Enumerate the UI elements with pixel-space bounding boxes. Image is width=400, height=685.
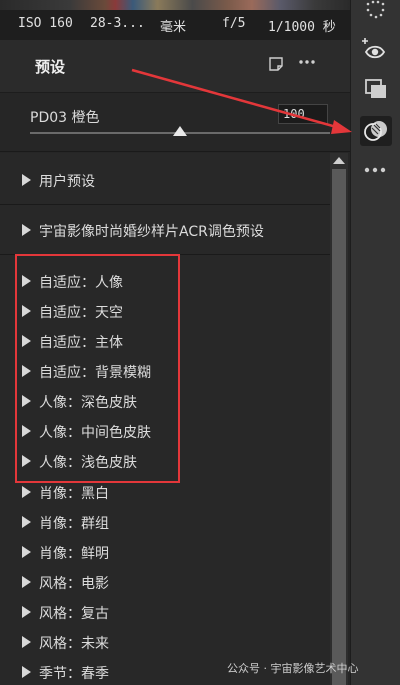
more-icon[interactable] — [362, 160, 390, 180]
grid-icon[interactable] — [364, 0, 388, 24]
focal-length: 28-3... — [90, 16, 145, 31]
histogram-strip — [0, 0, 350, 10]
list-item[interactable]: 人像：中间色皮肤 — [22, 422, 151, 442]
list-item[interactable]: 自适应：人像 — [22, 272, 123, 292]
exif-bar: ISO 160 28-3... 毫米 f/5 1/1000 秒 — [0, 10, 350, 40]
new-preset-icon[interactable] — [268, 56, 284, 76]
presets-icon[interactable] — [360, 116, 392, 146]
preset-amount-label: PD03 橙色 — [30, 110, 100, 126]
preset-group-cosmos[interactable]: 宇宙影像时尚婚纱样片ACR调色预设 — [0, 205, 330, 255]
preset-list: 用户预设 宇宙影像时尚婚纱样片ACR调色预设 自适应：人像 自适应：天空 自适应… — [0, 153, 330, 685]
list-item[interactable]: 自适应：背景模糊 — [22, 362, 151, 382]
expand-triangle-icon — [22, 425, 31, 437]
preset-amount-row: PD03 橙色 100 — [0, 93, 350, 152]
iso-value: ISO 160 — [18, 16, 73, 31]
scroll-thumb[interactable] — [332, 169, 346, 685]
expand-triangle-icon — [22, 516, 31, 528]
expand-triangle-icon — [22, 224, 31, 236]
eye-plus-icon[interactable] — [360, 38, 390, 62]
list-item[interactable]: 自适应：主体 — [22, 332, 123, 352]
preset-amount-input[interactable]: 100 — [278, 104, 328, 124]
list-item[interactable]: 风格：电影 — [22, 573, 109, 593]
list-item[interactable]: 肖像：黑白 — [22, 483, 109, 503]
list-item[interactable]: 人像：浅色皮肤 — [22, 452, 137, 472]
preset-amount-slider-thumb[interactable] — [173, 126, 187, 136]
list-item[interactable]: 肖像：鲜明 — [22, 543, 109, 563]
presets-panel-header: 预设 — [0, 40, 350, 93]
tool-strip — [350, 0, 400, 685]
preset-group-label: 用户预设 — [39, 174, 95, 190]
panel-title: 预设 — [35, 58, 66, 76]
list-item[interactable]: 自适应：天空 — [22, 302, 123, 322]
expand-triangle-icon — [22, 174, 31, 186]
shutter-value: 1/1000 秒 — [268, 20, 336, 35]
expand-triangle-icon — [22, 335, 31, 347]
watermark: 公众号 · 宇宙影像艺术中心 — [227, 662, 359, 675]
list-item[interactable]: 季节：春季 — [22, 663, 109, 683]
focal-unit: 毫米 — [160, 20, 187, 35]
more-icon[interactable] — [298, 54, 316, 74]
expand-triangle-icon — [22, 455, 31, 467]
scroll-up-arrow-icon[interactable] — [333, 157, 345, 164]
layers-icon[interactable] — [364, 78, 388, 102]
list-scrollbar[interactable] — [330, 153, 348, 685]
preset-group-user[interactable]: 用户预设 — [0, 155, 330, 205]
preset-group-label: 宇宙影像时尚婚纱样片ACR调色预设 — [39, 224, 264, 240]
expand-triangle-icon — [22, 576, 31, 588]
expand-triangle-icon — [22, 636, 31, 648]
expand-triangle-icon — [22, 666, 31, 678]
list-item[interactable]: 人像：深色皮肤 — [22, 392, 137, 412]
list-item[interactable]: 风格：复古 — [22, 603, 109, 623]
list-item[interactable]: 肖像：群组 — [22, 513, 109, 533]
expand-triangle-icon — [22, 546, 31, 558]
expand-triangle-icon — [22, 486, 31, 498]
expand-triangle-icon — [22, 305, 31, 317]
expand-triangle-icon — [22, 606, 31, 618]
expand-triangle-icon — [22, 275, 31, 287]
aperture-value: f/5 — [222, 16, 246, 31]
expand-triangle-icon — [22, 365, 31, 377]
expand-triangle-icon — [22, 395, 31, 407]
list-item[interactable]: 风格：未来 — [22, 633, 109, 653]
